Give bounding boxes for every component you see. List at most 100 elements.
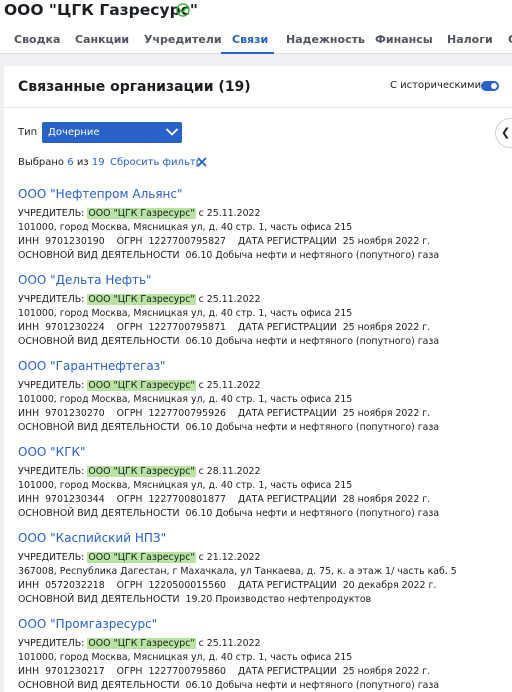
- founder-link[interactable]: ООО "ЦГК Газресурс": [87, 466, 196, 477]
- selected-of: из: [76, 157, 89, 168]
- address: 367008, Республика Дагестан, г Махачкала…: [18, 566, 457, 577]
- founder-label: УЧРЕДИТЕЛЬ:: [18, 638, 85, 649]
- inn-label: ИНН: [18, 322, 40, 333]
- reset-filter-link[interactable]: Сбросить фильтр: [110, 157, 202, 168]
- activity-value: 06.10 Добыча нефти и нефтяного (попутног…: [185, 422, 440, 433]
- historical-toggle-label: С историческими: [390, 80, 482, 91]
- tab-links[interactable]: Связи: [232, 33, 268, 46]
- tab-taxes[interactable]: Налоги: [447, 33, 493, 46]
- org-name-link[interactable]: ООО "Нефтепром Альянс": [18, 187, 183, 201]
- ogrn-label: ОГРН: [116, 666, 143, 677]
- inn-label: ИНН: [18, 580, 40, 591]
- reg-date-label: ДАТА РЕГИСТРАЦИИ: [237, 666, 337, 677]
- activity-label: ОСНОВНОЙ ВИД ДЕЯТЕЛЬНОСТИ: [18, 250, 180, 261]
- company-header: ООО "ЦГК Газресурс": [0, 0, 512, 28]
- selected-number: 6: [67, 157, 74, 168]
- founder-since: с 25.11.2022: [198, 294, 261, 305]
- org-name-link[interactable]: ООО "Промгазресурс": [18, 617, 157, 631]
- activity-value: 06.10 Добыча нефти и нефтяного (попутног…: [185, 336, 440, 347]
- chevron-left-icon: ❮: [501, 126, 511, 139]
- inn-value: 9701230224: [45, 322, 105, 333]
- address: 101000, город Москва, Мясницкая ул, д. 4…: [18, 652, 353, 663]
- tab-finance[interactable]: Финансы: [375, 33, 433, 46]
- founder-row: УЧРЕДИТЕЛЬ: ООО "ЦГК Газресурс" с 28.11.…: [18, 466, 260, 477]
- panel-title: Связанные организации (19): [18, 79, 251, 95]
- total-number: 19: [91, 157, 105, 168]
- activity-row: ОСНОВНОЙ ВИД ДЕЯТЕЛЬНОСТИ 06.10 Добыча н…: [18, 250, 439, 261]
- founder-since: с 25.11.2022: [198, 380, 261, 391]
- activity-row: ОСНОВНОЙ ВИД ДЕЯТЕЛЬНОСТИ 06.10 Добыча н…: [18, 422, 439, 433]
- address: 101000, город Москва, Мясницкая ул, д. 4…: [18, 222, 353, 233]
- tab-bar: Сводка Санкции Учредители Связи Надежнос…: [0, 28, 512, 54]
- founder-link[interactable]: ООО "ЦГК Газресурс": [87, 552, 196, 563]
- reg-date-label: ДАТА РЕГИСТРАЦИИ: [237, 580, 337, 591]
- org-name-link[interactable]: ООО "КГК": [18, 445, 86, 459]
- inn-label: ИНН: [18, 236, 40, 247]
- activity-label: ОСНОВНОЙ ВИД ДЕЯТЕЛЬНОСТИ: [18, 336, 180, 347]
- founder-link[interactable]: ООО "ЦГК Газресурс": [87, 380, 196, 391]
- selected-count: Выбрано 6 из 19: [18, 157, 105, 168]
- founder-since: с 25.11.2022: [198, 208, 261, 219]
- company-title: ООО "ЦГК Газресурс": [4, 1, 198, 19]
- founder-since: с 25.11.2022: [198, 638, 261, 649]
- reg-date-value: 25 ноября 2022 г.: [342, 666, 431, 677]
- related-orgs-panel: Связанные организации (19) С исторически…: [4, 66, 512, 692]
- ogrn-label: ОГРН: [116, 236, 143, 247]
- activity-label: ОСНОВНОЙ ВИД ДЕЯТЕЛЬНОСТИ: [18, 422, 180, 433]
- reg-date-label: ДАТА РЕГИСТРАЦИИ: [237, 494, 337, 505]
- activity-value: 06.10 Добыча нефти и нефтяного (попутног…: [185, 250, 440, 261]
- chevron-down-icon: [166, 128, 178, 136]
- inn-value: 9701230344: [45, 494, 105, 505]
- founder-row: УЧРЕДИТЕЛЬ: ООО "ЦГК Газресурс" с 25.11.…: [18, 208, 260, 219]
- reg-date-value: 28 ноября 2022 г.: [342, 494, 431, 505]
- founder-link[interactable]: ООО "ЦГК Газресурс": [87, 638, 196, 649]
- reg-row: ИНН 9701230344 ОГРН 1227700801877 ДАТА Р…: [18, 494, 430, 505]
- address: 101000, город Москва, Мясницкая ул, д. 4…: [18, 394, 353, 405]
- address: 101000, город Москва, Мясницкая ул, д. 4…: [18, 308, 353, 319]
- inn-label: ИНН: [18, 494, 40, 505]
- ogrn-value: 1227700795827: [148, 236, 226, 247]
- ogrn-label: ОГРН: [116, 408, 143, 419]
- activity-row: ОСНОВНОЙ ВИД ДЕЯТЕЛЬНОСТИ 06.10 Добыча н…: [18, 680, 439, 691]
- org-name-link[interactable]: ООО "Каспийский НПЗ": [18, 531, 166, 545]
- founder-row: УЧРЕДИТЕЛЬ: ООО "ЦГК Газресурс" с 25.11.…: [18, 380, 260, 391]
- activity-label: ОСНОВНОЙ ВИД ДЕЯТЕЛЬНОСТИ: [18, 594, 180, 605]
- tab-summary[interactable]: Сводка: [14, 33, 60, 46]
- tab-founders[interactable]: Учредители: [144, 33, 222, 46]
- founder-row: УЧРЕДИТЕЛЬ: ООО "ЦГК Газресурс" с 21.12.…: [18, 552, 260, 563]
- reg-date-label: ДАТА РЕГИСТРАЦИИ: [237, 236, 337, 247]
- ogrn-label: ОГРН: [116, 580, 143, 591]
- reg-row: ИНН 9701230217 ОГРН 1227700795860 ДАТА Р…: [18, 666, 430, 677]
- type-filter-select[interactable]: Дочерние: [42, 122, 182, 143]
- founder-label: УЧРЕДИТЕЛЬ:: [18, 380, 85, 391]
- founder-row: УЧРЕДИТЕЛЬ: ООО "ЦГК Газресурс" с 25.11.…: [18, 638, 260, 649]
- ogrn-value: 1220500015560: [148, 580, 226, 591]
- ogrn-value: 1227700795926: [148, 408, 226, 419]
- toggle-knob: [491, 83, 497, 89]
- founder-label: УЧРЕДИТЕЛЬ:: [18, 294, 85, 305]
- reg-date-value: 20 декабря 2022 г.: [342, 580, 437, 591]
- reg-row: ИНН 9701230270 ОГРН 1227700795926 ДАТА Р…: [18, 408, 430, 419]
- founder-row: УЧРЕДИТЕЛЬ: ООО "ЦГК Газресурс" с 25.11.…: [18, 294, 260, 305]
- founder-link[interactable]: ООО "ЦГК Газресурс": [87, 208, 196, 219]
- historical-toggle[interactable]: [481, 81, 499, 91]
- org-name-link[interactable]: ООО "Гарантнефтегаз": [18, 359, 166, 373]
- org-list: ООО "Нефтепром Альянс" УЧРЕДИТЕЛЬ: ООО "…: [4, 179, 512, 692]
- ogrn-label: ОГРН: [116, 322, 143, 333]
- org-name-link[interactable]: ООО "Дельта Нефть": [18, 273, 152, 287]
- reg-date-label: ДАТА РЕГИСТРАЦИИ: [237, 322, 337, 333]
- address: 101000, город Москва, Мясницкая ул, д. 4…: [18, 480, 353, 491]
- collapse-panel-handle[interactable]: ❮: [495, 118, 512, 148]
- close-icon[interactable]: [197, 157, 207, 167]
- activity-value: 06.10 Добыча нефти и нефтяного (попутног…: [185, 680, 440, 691]
- tab-sanctions[interactable]: Санкции: [75, 33, 129, 46]
- tab-reliability[interactable]: Надежность: [286, 33, 365, 46]
- activity-label: ОСНОВНОЙ ВИД ДЕЯТЕЛЬНОСТИ: [18, 508, 180, 519]
- reg-row: ИНН 0572032218 ОГРН 1220500015560 ДАТА Р…: [18, 580, 436, 591]
- founder-link[interactable]: ООО "ЦГК Газресурс": [87, 294, 196, 305]
- type-filter-value: Дочерние: [48, 127, 100, 138]
- tab-more[interactable]: С: [508, 33, 512, 46]
- ogrn-value: 1227700795871: [148, 322, 226, 333]
- inn-value: 9701230217: [45, 666, 105, 677]
- founder-since: с 28.11.2022: [198, 466, 261, 477]
